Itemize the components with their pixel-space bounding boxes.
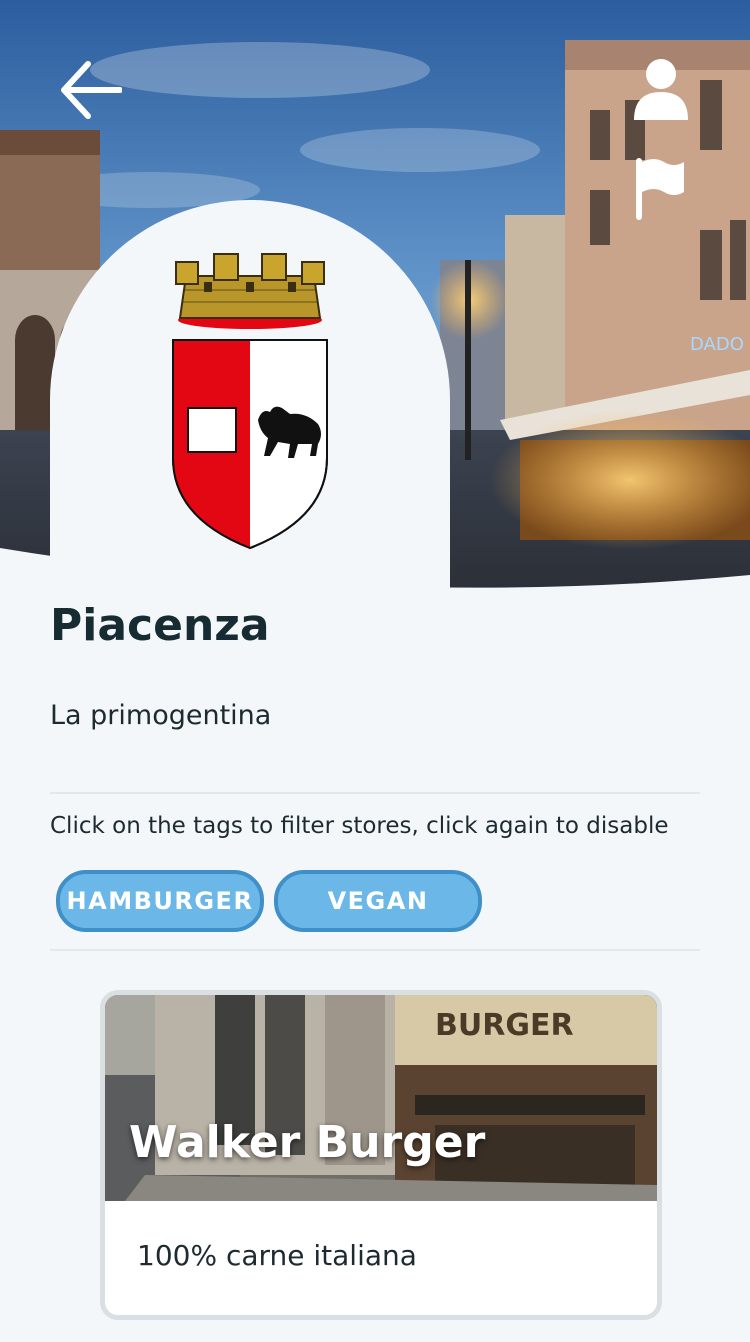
svg-text:BURGER: BURGER — [435, 1008, 574, 1043]
user-icon[interactable] — [632, 58, 690, 122]
city-title: Piacenza — [50, 600, 270, 651]
store-photo: BURGER — [105, 995, 657, 1201]
svg-text:DADO BAR: DADO BAR — [690, 334, 750, 355]
store-card[interactable]: BURGER Walker Burger 100% carne italiana — [100, 990, 662, 1320]
tag-filter-list: HAMBURGER VEGAN — [56, 870, 482, 932]
divider-bottom — [50, 949, 700, 951]
coat-of-arms-icon — [170, 248, 330, 553]
tag-hamburger[interactable]: HAMBURGER — [56, 870, 264, 932]
tag-vegan[interactable]: VEGAN — [274, 870, 482, 932]
flag-icon[interactable] — [634, 156, 686, 222]
city-tagline: La primogentina — [50, 700, 272, 731]
store-description: 100% carne italiana — [137, 1239, 417, 1272]
back-arrow-icon[interactable] — [58, 58, 122, 122]
divider-top — [50, 792, 700, 794]
filter-hint: Click on the tags to filter stores, clic… — [50, 813, 669, 839]
store-name: Walker Burger — [129, 1117, 486, 1168]
